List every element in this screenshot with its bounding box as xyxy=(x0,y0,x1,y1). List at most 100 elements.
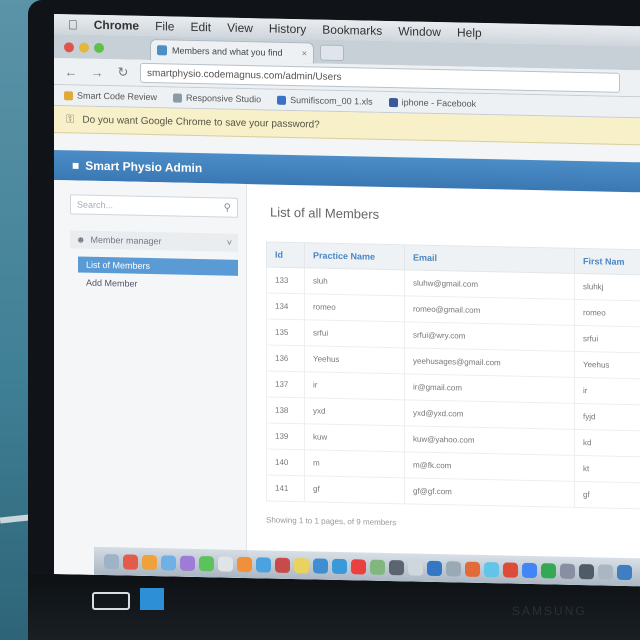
cell-id: 141 xyxy=(266,474,305,502)
cell-email: srfui@wry.com xyxy=(404,321,575,352)
cell-first-name: gf xyxy=(574,481,640,510)
menu-file[interactable]: File xyxy=(155,19,174,33)
menu-edit[interactable]: Edit xyxy=(190,20,211,34)
cell-practice-name: srfui xyxy=(304,319,405,348)
menu-chrome[interactable]: Chrome xyxy=(94,18,139,33)
page-title: List of all Members xyxy=(270,204,380,222)
cell-practice-name: m xyxy=(304,449,405,478)
maximize-window-button[interactable] xyxy=(94,42,104,54)
sidebar-item-add-member[interactable]: Add Member xyxy=(78,275,238,294)
forward-arrow-icon[interactable]: → xyxy=(88,64,106,79)
dock-app-icon[interactable] xyxy=(522,562,537,578)
dock-app-icon[interactable] xyxy=(142,554,157,570)
tab-close-icon[interactable]: × xyxy=(302,48,307,58)
search-icon[interactable]: ⚲ xyxy=(224,202,231,213)
dock-app-icon[interactable] xyxy=(294,557,309,573)
close-window-button[interactable] xyxy=(64,42,74,53)
column-header-id[interactable]: Id xyxy=(266,241,305,268)
sidebar: Search... ⚲ ☻ Member manager ˅ List of M… xyxy=(54,180,247,579)
back-arrow-icon[interactable]: ← xyxy=(62,64,80,79)
dock-app-icon[interactable] xyxy=(446,560,461,577)
dock-app-icon[interactable] xyxy=(389,559,404,575)
members-table: Id Practice Name Email First Nam 133 sluh… xyxy=(266,241,640,510)
menu-view[interactable]: View xyxy=(227,21,253,36)
bookmark-item[interactable]: Sumifiscom_00 1.xls xyxy=(277,95,373,107)
cell-practice-name: sluh xyxy=(304,267,405,296)
bookmark-label: Responsive Studio xyxy=(186,92,262,105)
dock-app-icon[interactable] xyxy=(351,558,366,575)
column-header-email[interactable]: Email xyxy=(404,244,575,274)
cell-first-name: sluhkj xyxy=(574,273,640,302)
dock-app-icon[interactable] xyxy=(237,556,252,572)
address-url: smartphysio.codemagnus.com/admin/Users xyxy=(147,67,342,83)
bookmark-label: iphone - Facebook xyxy=(401,97,477,109)
dock-app-icon[interactable] xyxy=(598,563,613,580)
column-header-practice-name[interactable]: Practice Name xyxy=(304,242,405,270)
main-content: List of all Members Id Practice Name Ema… xyxy=(266,184,640,586)
bookmark-icon xyxy=(173,92,183,103)
apple-icon[interactable]:  xyxy=(68,17,78,32)
cell-id: 138 xyxy=(266,396,305,424)
dock-app-icon[interactable] xyxy=(408,559,423,576)
search-placeholder: Search... xyxy=(77,199,114,211)
sidebar-item-label: List of Members xyxy=(86,259,151,272)
dock-app-icon[interactable] xyxy=(199,555,214,571)
cell-email: yxd@yxd.com xyxy=(404,399,575,430)
cell-id: 139 xyxy=(266,422,305,450)
menu-history[interactable]: History xyxy=(269,22,306,37)
browser-tab[interactable]: Members and what you find × xyxy=(150,39,314,64)
dock-app-icon[interactable] xyxy=(218,555,233,572)
menu-window[interactable]: Window xyxy=(398,24,441,39)
cell-id: 135 xyxy=(266,318,305,346)
bookmark-item[interactable]: iphone - Facebook xyxy=(388,97,477,109)
table-footer: Showing 1 to 1 pages, of 9 members xyxy=(266,515,397,528)
bookmark-label: Smart Code Review xyxy=(77,90,158,103)
cell-practice-name: ir xyxy=(304,371,405,400)
monitor-power-indicator xyxy=(140,588,164,610)
new-tab-button[interactable] xyxy=(320,44,344,62)
sidebar-section-member-manager[interactable]: ☻ Member manager ˅ xyxy=(70,230,238,252)
infobar-text: Do you want Google Chrome to save your p… xyxy=(82,114,320,131)
dock-app-icon[interactable] xyxy=(313,557,328,574)
dock-app-icon[interactable] xyxy=(427,560,442,576)
bookmark-item[interactable]: Responsive Studio xyxy=(173,92,261,104)
bookmark-icon xyxy=(388,97,398,107)
column-header-first-name[interactable]: First Nam xyxy=(574,248,640,276)
admin-title[interactable]: Smart Physio Admin xyxy=(85,159,202,175)
reload-icon[interactable]: ↻ xyxy=(114,64,132,80)
cell-id: 136 xyxy=(266,344,305,372)
cell-email: ir@gmail.com xyxy=(404,373,575,404)
cell-practice-name: Yeehus xyxy=(304,345,405,374)
cell-first-name: ir xyxy=(574,377,640,406)
minimize-window-button[interactable] xyxy=(79,42,89,53)
dock-app-icon[interactable] xyxy=(180,555,195,571)
dock-app-icon[interactable] xyxy=(123,553,138,570)
dock-app-icon[interactable] xyxy=(370,559,385,575)
menu-bookmarks[interactable]: Bookmarks xyxy=(322,23,382,38)
cell-practice-name: gf xyxy=(304,475,405,504)
dock-app-icon[interactable] xyxy=(465,561,480,577)
sidebar-item-list-members[interactable]: List of Members xyxy=(78,256,238,276)
sidebar-search-input[interactable]: Search... ⚲ xyxy=(70,194,238,218)
dock-app-icon[interactable] xyxy=(332,558,347,574)
cell-first-name: romeo xyxy=(574,299,640,328)
cell-first-name: Yeehus xyxy=(574,351,640,380)
dock-app-icon[interactable] xyxy=(560,563,575,579)
dock-app-icon[interactable] xyxy=(161,554,176,571)
dock-app-icon[interactable] xyxy=(503,561,518,578)
bookmark-item[interactable]: Smart Code Review xyxy=(64,90,157,102)
dock-app-icon[interactable] xyxy=(104,553,119,569)
dock-app-icon[interactable] xyxy=(617,564,632,580)
cell-first-name: kt xyxy=(574,455,640,484)
dock-app-icon[interactable] xyxy=(275,557,290,573)
menu-help[interactable]: Help xyxy=(457,25,482,40)
dock-app-icon[interactable] xyxy=(484,561,499,577)
cell-id: 134 xyxy=(266,292,305,320)
dock-app-icon[interactable] xyxy=(579,563,594,579)
cell-id: 133 xyxy=(266,266,305,294)
monitor-logo-icon xyxy=(92,592,130,610)
admin-page: ■ Smart Physio Admin Search... ⚲ ☻ Membe… xyxy=(54,150,640,587)
tab-favicon-icon xyxy=(157,45,167,56)
dock-app-icon[interactable] xyxy=(256,556,271,573)
dock-app-icon[interactable] xyxy=(541,562,556,579)
